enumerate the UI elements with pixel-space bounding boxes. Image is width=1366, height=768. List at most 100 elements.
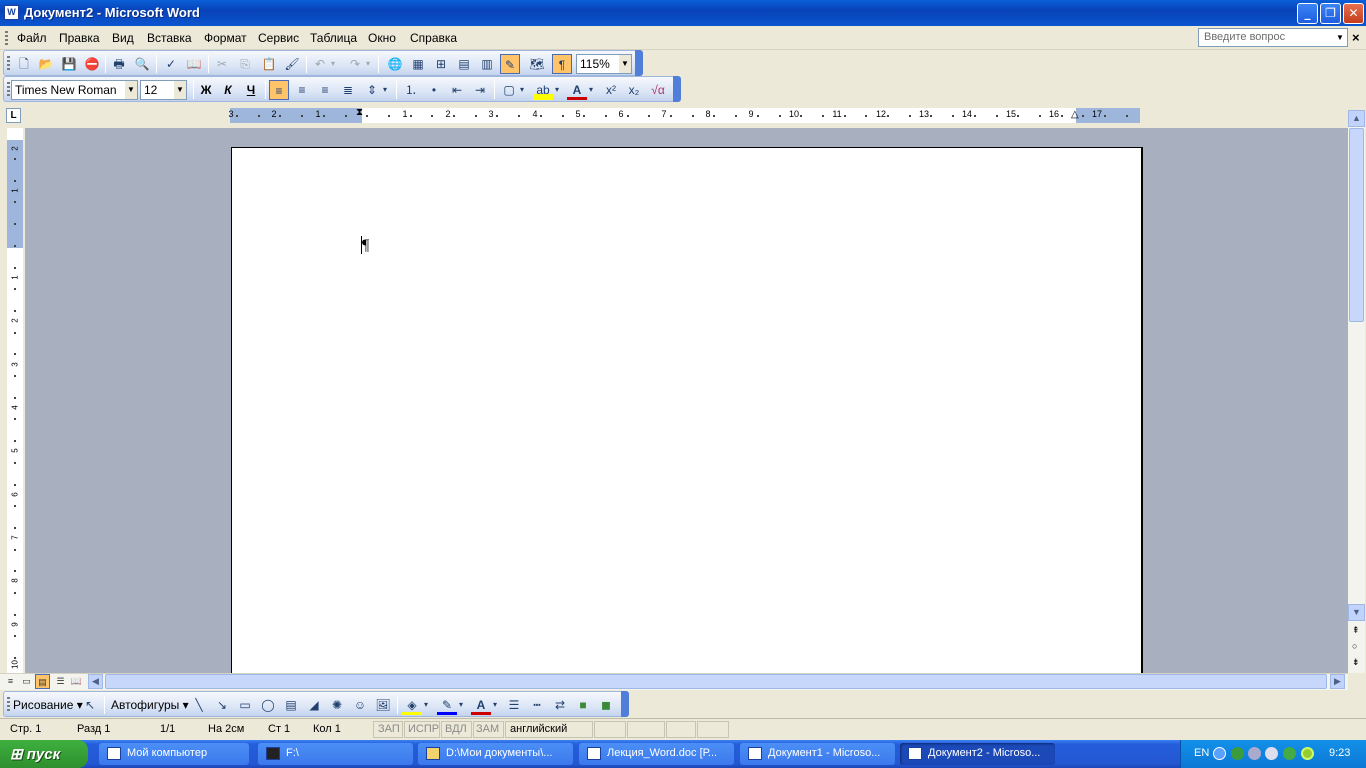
print-preview-icon[interactable]: 🔍	[132, 54, 152, 74]
web-view-icon[interactable]: ▭	[19, 674, 34, 689]
start-button[interactable]: ⊞ пуск	[0, 740, 88, 768]
fill-color-icon[interactable]: ◈	[402, 695, 422, 715]
zoom-select[interactable]: 115% ▼	[576, 54, 632, 74]
word-app-icon[interactable]: W	[4, 5, 19, 20]
dash-style-icon[interactable]: ┅	[527, 695, 547, 715]
insert-table-icon[interactable]: ⊞	[431, 54, 451, 74]
security-icon[interactable]	[1301, 747, 1314, 760]
print-layout-view-icon[interactable]: ▤	[35, 674, 50, 689]
menu-file[interactable]: Файл	[17, 31, 47, 45]
bold-button[interactable]: Ж	[196, 80, 216, 100]
highlight-dropdown-icon[interactable]: ▾	[552, 80, 562, 100]
numbering-icon[interactable]: ⒈	[401, 80, 421, 100]
format-painter-icon[interactable]: 🖌	[282, 54, 302, 74]
decrease-indent-icon[interactable]: ⇤	[447, 80, 467, 100]
volume-icon[interactable]	[1265, 747, 1278, 760]
font-name-select[interactable]: Times New Roman ▼	[11, 80, 138, 100]
network-icon[interactable]	[1231, 747, 1244, 760]
task-my-documents[interactable]: D:\Мои документы\...	[418, 743, 573, 765]
status-extend[interactable]: ВДЛ	[445, 723, 467, 735]
zoom-dropdown-icon[interactable]: ▼	[619, 55, 631, 73]
save-icon[interactable]: 💾	[59, 54, 79, 74]
menu-window[interactable]: Окно	[368, 31, 396, 45]
arrow-style-icon[interactable]: ⇄	[550, 695, 570, 715]
draw-font-color-icon[interactable]: A	[471, 695, 491, 715]
status-track-changes[interactable]: ИСПР	[408, 723, 439, 735]
show-hide-pilcrow-icon[interactable]: ¶	[552, 54, 572, 74]
clock[interactable]: 9:23	[1329, 747, 1350, 759]
increase-indent-icon[interactable]: ⇥	[470, 80, 490, 100]
toolbar-grip[interactable]	[7, 697, 10, 712]
task-f-drive[interactable]: F:\	[258, 743, 413, 765]
highlight-icon[interactable]: ab	[533, 80, 553, 100]
rectangle-icon[interactable]: ▭	[235, 695, 255, 715]
bullets-icon[interactable]: •	[424, 80, 444, 100]
menu-format[interactable]: Формат	[204, 31, 247, 45]
borders-dropdown-icon[interactable]: ▾	[517, 80, 527, 100]
vertical-scroll-thumb[interactable]	[1349, 128, 1364, 322]
equation-icon[interactable]: √α	[648, 80, 668, 100]
document-close-icon[interactable]: ×	[1352, 30, 1360, 45]
menu-table[interactable]: Таблица	[310, 31, 357, 45]
horizontal-scroll-thumb[interactable]	[105, 674, 1327, 689]
underline-button[interactable]: Ч	[241, 80, 261, 100]
arrow-icon[interactable]: ↘	[212, 695, 232, 715]
italic-button[interactable]: К	[218, 80, 238, 100]
restore-button[interactable]: ❐	[1320, 3, 1341, 24]
select-objects-icon[interactable]: ↖	[80, 695, 100, 715]
next-page-icon[interactable]: ⇟	[1352, 657, 1360, 668]
align-center-icon[interactable]: ≡	[292, 80, 312, 100]
line-spacing-dropdown-icon[interactable]: ▾	[380, 80, 390, 100]
menu-help[interactable]: Справка	[410, 31, 457, 45]
cut-icon[interactable]: ✂	[212, 54, 232, 74]
language-indicator[interactable]: EN	[1194, 747, 1209, 759]
research-icon[interactable]: 📖	[184, 54, 204, 74]
justify-icon[interactable]: ≣	[338, 80, 358, 100]
scroll-right-button[interactable]: ▶	[1330, 674, 1345, 689]
open-icon[interactable]: 📂	[36, 54, 56, 74]
fill-color-dropdown-icon[interactable]: ▾	[421, 695, 431, 715]
right-indent-marker[interactable]: △	[1071, 109, 1079, 120]
3d-style-icon[interactable]: ◼	[596, 695, 616, 715]
tray-expand-icon[interactable]	[1213, 747, 1226, 760]
normal-view-icon[interactable]: ≡	[3, 674, 18, 689]
horizontal-ruler[interactable]: 3 2 1 1 2 3 4 5 6 7 8 9 10 11 12 13 14 1…	[228, 107, 1140, 123]
select-browse-object-icon[interactable]: ○	[1352, 641, 1357, 651]
status-language[interactable]: английский	[510, 723, 567, 735]
insert-excel-icon[interactable]: ▤	[454, 54, 474, 74]
menu-grip[interactable]	[5, 31, 8, 45]
menu-insert[interactable]: Вставка	[147, 31, 192, 45]
undo-icon[interactable]: ↶	[310, 54, 330, 74]
font-color-icon[interactable]: A	[567, 80, 587, 100]
task-document2[interactable]: Документ2 - Microso...	[900, 743, 1055, 765]
superscript-icon[interactable]: x²	[601, 80, 621, 100]
draw-font-color-dropdown-icon[interactable]: ▾	[490, 695, 500, 715]
drawing-toggle-icon[interactable]: ✎	[500, 54, 520, 74]
task-lecture-word[interactable]: Лекция_Word.doc [Р...	[579, 743, 734, 765]
display-icon[interactable]	[1248, 747, 1261, 760]
first-line-indent-marker[interactable]: ⧗	[356, 107, 363, 118]
subscript-icon[interactable]: x₂	[624, 80, 644, 100]
toolbar-grip[interactable]	[7, 56, 10, 71]
paste-icon[interactable]: 📋	[259, 54, 279, 74]
menu-tools[interactable]: Сервис	[258, 31, 299, 45]
standard-toolbar-options[interactable]	[635, 50, 643, 76]
font-size-select[interactable]: 12 ▼	[140, 80, 187, 100]
line-style-icon[interactable]: ☰	[504, 695, 524, 715]
line-icon[interactable]: ╲	[189, 695, 209, 715]
reading-view-icon[interactable]: 📖	[69, 674, 84, 689]
task-document1[interactable]: Документ1 - Microso...	[740, 743, 895, 765]
shadow-style-icon[interactable]: ■	[573, 695, 593, 715]
scroll-left-button[interactable]: ◀	[88, 674, 103, 689]
line-color-dropdown-icon[interactable]: ▾	[456, 695, 466, 715]
permission-icon[interactable]: ⛔	[82, 54, 102, 74]
wordart-icon[interactable]: ◢	[304, 695, 324, 715]
align-left-icon[interactable]: ≡	[269, 80, 289, 100]
clip-art-icon[interactable]: ☺	[350, 695, 370, 715]
text-box-icon[interactable]: ▤	[281, 695, 301, 715]
task-my-computer[interactable]: Мой компьютер	[99, 743, 249, 765]
line-spacing-icon[interactable]: ⇕	[362, 80, 382, 100]
align-right-icon[interactable]: ≡	[315, 80, 335, 100]
document-page[interactable]	[231, 147, 1143, 673]
status-overtype[interactable]: ЗАМ	[476, 723, 499, 735]
